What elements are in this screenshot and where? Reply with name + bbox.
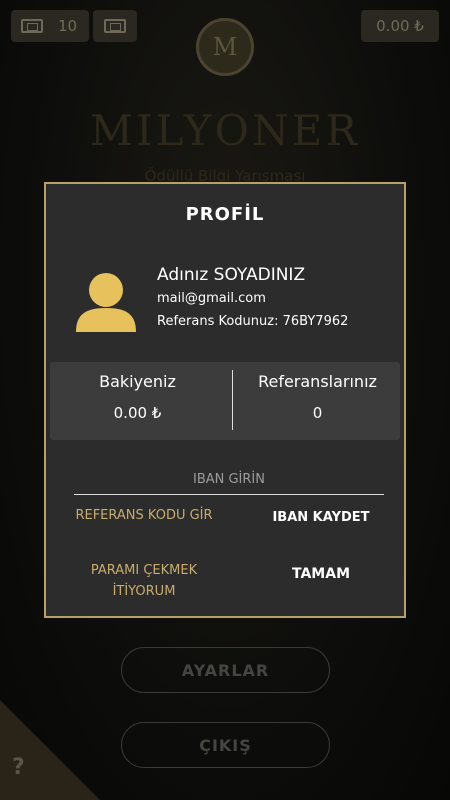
logo-letter: M bbox=[212, 33, 238, 61]
ticket-shop-button[interactable] bbox=[93, 10, 137, 42]
question-icon[interactable]: ? bbox=[12, 755, 25, 780]
save-iban-button[interactable]: IBAN KAYDET bbox=[256, 510, 386, 525]
user-email: mail@gmail.com bbox=[157, 291, 266, 306]
settings-button[interactable]: AYARLAR bbox=[121, 647, 330, 693]
balance-value: 0.00 ₺ bbox=[376, 17, 424, 35]
balance-amount: 0.00 ₺ bbox=[113, 404, 162, 422]
referrals-count: 0 bbox=[312, 404, 323, 422]
balance-label: Bakiyeniz bbox=[99, 372, 176, 391]
profile-modal: PROFİL Adınız SOYADINIZ mail@gmail.com R… bbox=[44, 182, 406, 618]
exit-label: ÇIKIŞ bbox=[199, 735, 252, 755]
settings-label: AYARLAR bbox=[181, 660, 270, 680]
logo-title: MILYONER bbox=[90, 106, 360, 155]
stats-panel: Bakiyeniz 0.00 ₺ Referanslarınız 0 bbox=[50, 362, 400, 440]
enter-referral-code-button[interactable]: REFERANS KODU GİR bbox=[66, 508, 222, 523]
ok-button[interactable]: TAMAM bbox=[256, 566, 386, 582]
logo-coin: M bbox=[196, 18, 254, 76]
iban-underline bbox=[74, 494, 384, 495]
user-avatar-icon bbox=[76, 273, 136, 332]
modal-title: PROFİL bbox=[185, 204, 265, 225]
ticket-icon bbox=[21, 19, 43, 33]
ticket-outline-icon bbox=[104, 19, 126, 33]
help-corner bbox=[0, 700, 100, 800]
withdraw-money-button[interactable]: PARAMI ÇEKMEK İTİYORUM bbox=[74, 560, 214, 602]
iban-input[interactable]: IBAN GİRİN bbox=[74, 472, 384, 487]
referral-code: Referans Kodunuz: 76BY7962 bbox=[157, 314, 349, 329]
ticket-counter[interactable]: 10 bbox=[11, 10, 89, 42]
user-name: Adınız SOYADINIZ bbox=[157, 265, 306, 285]
balance-display[interactable]: 0.00 ₺ bbox=[361, 10, 439, 42]
referrals-label: Referanslarınız bbox=[258, 372, 377, 391]
ticket-count: 10 bbox=[58, 17, 78, 35]
exit-button[interactable]: ÇIKIŞ bbox=[121, 722, 330, 768]
